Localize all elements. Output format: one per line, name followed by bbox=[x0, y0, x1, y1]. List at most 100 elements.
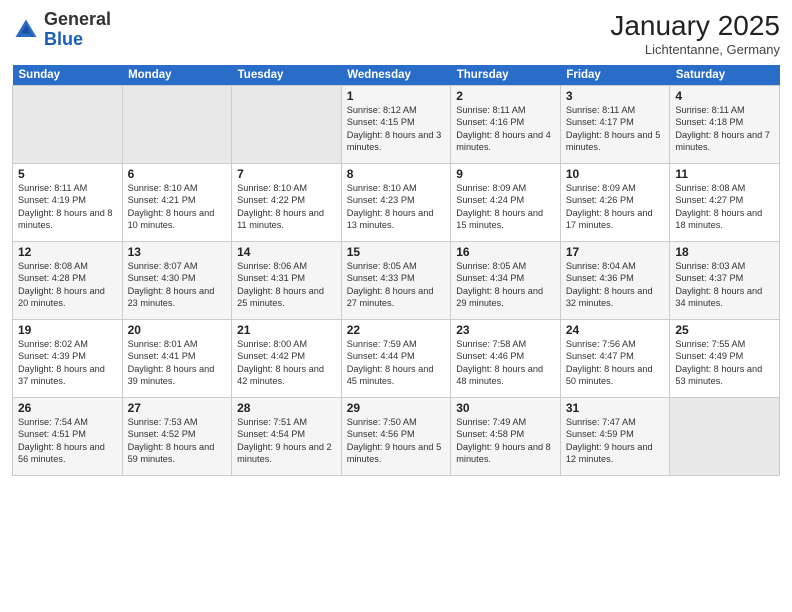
calendar-week-row: 1Sunrise: 8:12 AM Sunset: 4:15 PM Daylig… bbox=[13, 86, 780, 164]
day-details: Sunrise: 8:10 AM Sunset: 4:21 PM Dayligh… bbox=[128, 182, 227, 232]
day-details: Sunrise: 7:54 AM Sunset: 4:51 PM Dayligh… bbox=[18, 416, 117, 466]
day-details: Sunrise: 8:07 AM Sunset: 4:30 PM Dayligh… bbox=[128, 260, 227, 310]
day-details: Sunrise: 8:01 AM Sunset: 4:41 PM Dayligh… bbox=[128, 338, 227, 388]
calendar-table: SundayMondayTuesdayWednesdayThursdayFrid… bbox=[12, 65, 780, 476]
col-header-friday: Friday bbox=[560, 65, 670, 86]
day-details: Sunrise: 8:08 AM Sunset: 4:27 PM Dayligh… bbox=[675, 182, 774, 232]
day-number: 22 bbox=[347, 323, 446, 337]
col-header-sunday: Sunday bbox=[13, 65, 123, 86]
calendar-cell: 15Sunrise: 8:05 AM Sunset: 4:33 PM Dayli… bbox=[341, 242, 451, 320]
day-number: 4 bbox=[675, 89, 774, 103]
day-details: Sunrise: 8:11 AM Sunset: 4:17 PM Dayligh… bbox=[566, 104, 665, 154]
calendar-cell: 18Sunrise: 8:03 AM Sunset: 4:37 PM Dayli… bbox=[670, 242, 780, 320]
calendar-week-row: 5Sunrise: 8:11 AM Sunset: 4:19 PM Daylig… bbox=[13, 164, 780, 242]
day-details: Sunrise: 7:58 AM Sunset: 4:46 PM Dayligh… bbox=[456, 338, 555, 388]
calendar-cell: 6Sunrise: 8:10 AM Sunset: 4:21 PM Daylig… bbox=[122, 164, 232, 242]
calendar-cell: 17Sunrise: 8:04 AM Sunset: 4:36 PM Dayli… bbox=[560, 242, 670, 320]
day-number: 2 bbox=[456, 89, 555, 103]
page-container: General Blue January 2025 Lichtentanne, … bbox=[0, 0, 792, 484]
day-details: Sunrise: 8:09 AM Sunset: 4:24 PM Dayligh… bbox=[456, 182, 555, 232]
calendar-cell: 9Sunrise: 8:09 AM Sunset: 4:24 PM Daylig… bbox=[451, 164, 561, 242]
calendar-cell: 11Sunrise: 8:08 AM Sunset: 4:27 PM Dayli… bbox=[670, 164, 780, 242]
day-number: 25 bbox=[675, 323, 774, 337]
day-details: Sunrise: 8:05 AM Sunset: 4:34 PM Dayligh… bbox=[456, 260, 555, 310]
day-details: Sunrise: 8:04 AM Sunset: 4:36 PM Dayligh… bbox=[566, 260, 665, 310]
calendar-cell: 10Sunrise: 8:09 AM Sunset: 4:26 PM Dayli… bbox=[560, 164, 670, 242]
day-number: 23 bbox=[456, 323, 555, 337]
day-details: Sunrise: 7:49 AM Sunset: 4:58 PM Dayligh… bbox=[456, 416, 555, 466]
calendar-cell: 24Sunrise: 7:56 AM Sunset: 4:47 PM Dayli… bbox=[560, 320, 670, 398]
calendar-cell: 3Sunrise: 8:11 AM Sunset: 4:17 PM Daylig… bbox=[560, 86, 670, 164]
calendar-cell: 4Sunrise: 8:11 AM Sunset: 4:18 PM Daylig… bbox=[670, 86, 780, 164]
day-details: Sunrise: 7:55 AM Sunset: 4:49 PM Dayligh… bbox=[675, 338, 774, 388]
day-number: 9 bbox=[456, 167, 555, 181]
calendar-cell: 30Sunrise: 7:49 AM Sunset: 4:58 PM Dayli… bbox=[451, 398, 561, 476]
day-details: Sunrise: 7:59 AM Sunset: 4:44 PM Dayligh… bbox=[347, 338, 446, 388]
day-number: 30 bbox=[456, 401, 555, 415]
day-details: Sunrise: 8:11 AM Sunset: 4:19 PM Dayligh… bbox=[18, 182, 117, 232]
day-number: 1 bbox=[347, 89, 446, 103]
day-details: Sunrise: 8:03 AM Sunset: 4:37 PM Dayligh… bbox=[675, 260, 774, 310]
logo-blue-text: Blue bbox=[44, 29, 83, 49]
day-details: Sunrise: 7:47 AM Sunset: 4:59 PM Dayligh… bbox=[566, 416, 665, 466]
day-details: Sunrise: 8:00 AM Sunset: 4:42 PM Dayligh… bbox=[237, 338, 336, 388]
day-details: Sunrise: 7:50 AM Sunset: 4:56 PM Dayligh… bbox=[347, 416, 446, 466]
calendar-cell: 2Sunrise: 8:11 AM Sunset: 4:16 PM Daylig… bbox=[451, 86, 561, 164]
day-details: Sunrise: 8:12 AM Sunset: 4:15 PM Dayligh… bbox=[347, 104, 446, 154]
col-header-thursday: Thursday bbox=[451, 65, 561, 86]
header: General Blue January 2025 Lichtentanne, … bbox=[12, 10, 780, 57]
calendar-cell: 23Sunrise: 7:58 AM Sunset: 4:46 PM Dayli… bbox=[451, 320, 561, 398]
day-details: Sunrise: 8:08 AM Sunset: 4:28 PM Dayligh… bbox=[18, 260, 117, 310]
calendar-cell: 12Sunrise: 8:08 AM Sunset: 4:28 PM Dayli… bbox=[13, 242, 123, 320]
day-details: Sunrise: 7:56 AM Sunset: 4:47 PM Dayligh… bbox=[566, 338, 665, 388]
calendar-cell: 16Sunrise: 8:05 AM Sunset: 4:34 PM Dayli… bbox=[451, 242, 561, 320]
calendar-cell: 26Sunrise: 7:54 AM Sunset: 4:51 PM Dayli… bbox=[13, 398, 123, 476]
day-number: 28 bbox=[237, 401, 336, 415]
calendar-cell: 13Sunrise: 8:07 AM Sunset: 4:30 PM Dayli… bbox=[122, 242, 232, 320]
calendar-cell: 31Sunrise: 7:47 AM Sunset: 4:59 PM Dayli… bbox=[560, 398, 670, 476]
day-number: 17 bbox=[566, 245, 665, 259]
day-number: 27 bbox=[128, 401, 227, 415]
day-number: 21 bbox=[237, 323, 336, 337]
day-number: 20 bbox=[128, 323, 227, 337]
day-details: Sunrise: 8:11 AM Sunset: 4:18 PM Dayligh… bbox=[675, 104, 774, 154]
calendar-week-row: 26Sunrise: 7:54 AM Sunset: 4:51 PM Dayli… bbox=[13, 398, 780, 476]
day-number: 6 bbox=[128, 167, 227, 181]
day-number: 26 bbox=[18, 401, 117, 415]
day-details: Sunrise: 8:10 AM Sunset: 4:22 PM Dayligh… bbox=[237, 182, 336, 232]
day-number: 5 bbox=[18, 167, 117, 181]
col-header-wednesday: Wednesday bbox=[341, 65, 451, 86]
day-number: 10 bbox=[566, 167, 665, 181]
day-number: 16 bbox=[456, 245, 555, 259]
calendar-cell: 25Sunrise: 7:55 AM Sunset: 4:49 PM Dayli… bbox=[670, 320, 780, 398]
calendar-cell bbox=[670, 398, 780, 476]
day-number: 12 bbox=[18, 245, 117, 259]
calendar-cell bbox=[232, 86, 342, 164]
calendar-week-row: 19Sunrise: 8:02 AM Sunset: 4:39 PM Dayli… bbox=[13, 320, 780, 398]
day-details: Sunrise: 8:10 AM Sunset: 4:23 PM Dayligh… bbox=[347, 182, 446, 232]
day-number: 3 bbox=[566, 89, 665, 103]
calendar-cell: 14Sunrise: 8:06 AM Sunset: 4:31 PM Dayli… bbox=[232, 242, 342, 320]
day-details: Sunrise: 8:05 AM Sunset: 4:33 PM Dayligh… bbox=[347, 260, 446, 310]
day-number: 18 bbox=[675, 245, 774, 259]
calendar-cell: 20Sunrise: 8:01 AM Sunset: 4:41 PM Dayli… bbox=[122, 320, 232, 398]
calendar-cell: 19Sunrise: 8:02 AM Sunset: 4:39 PM Dayli… bbox=[13, 320, 123, 398]
col-header-tuesday: Tuesday bbox=[232, 65, 342, 86]
calendar-cell: 27Sunrise: 7:53 AM Sunset: 4:52 PM Dayli… bbox=[122, 398, 232, 476]
day-number: 7 bbox=[237, 167, 336, 181]
month-title: January 2025 bbox=[610, 10, 780, 42]
logo-icon bbox=[12, 16, 40, 44]
calendar-cell: 22Sunrise: 7:59 AM Sunset: 4:44 PM Dayli… bbox=[341, 320, 451, 398]
calendar-cell: 1Sunrise: 8:12 AM Sunset: 4:15 PM Daylig… bbox=[341, 86, 451, 164]
logo: General Blue bbox=[12, 10, 111, 50]
day-details: Sunrise: 7:51 AM Sunset: 4:54 PM Dayligh… bbox=[237, 416, 336, 466]
day-details: Sunrise: 8:09 AM Sunset: 4:26 PM Dayligh… bbox=[566, 182, 665, 232]
calendar-cell: 21Sunrise: 8:00 AM Sunset: 4:42 PM Dayli… bbox=[232, 320, 342, 398]
day-number: 15 bbox=[347, 245, 446, 259]
day-number: 29 bbox=[347, 401, 446, 415]
day-number: 19 bbox=[18, 323, 117, 337]
day-number: 8 bbox=[347, 167, 446, 181]
calendar-cell: 8Sunrise: 8:10 AM Sunset: 4:23 PM Daylig… bbox=[341, 164, 451, 242]
col-header-saturday: Saturday bbox=[670, 65, 780, 86]
day-details: Sunrise: 8:11 AM Sunset: 4:16 PM Dayligh… bbox=[456, 104, 555, 154]
